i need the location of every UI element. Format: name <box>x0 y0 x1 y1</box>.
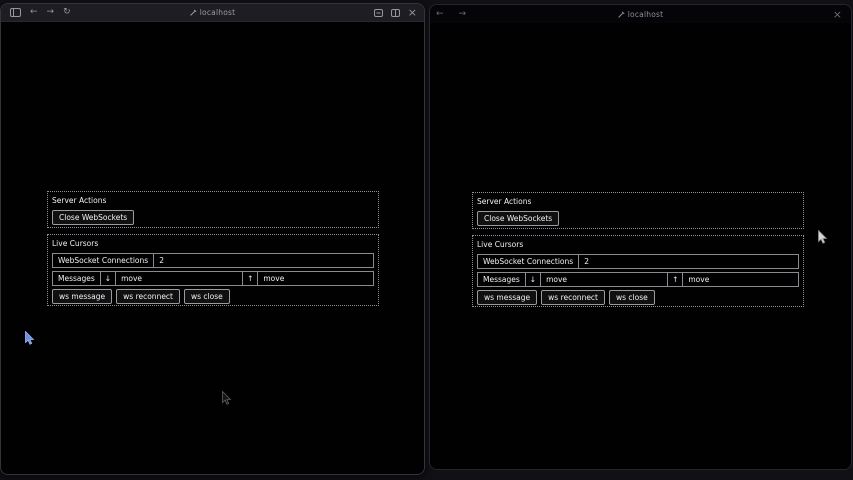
forward-icon[interactable]: → <box>459 10 467 19</box>
address-area: localhost <box>430 5 851 23</box>
toolbar-box-icon[interactable] <box>374 9 383 17</box>
titlebar-actions-group: × <box>833 5 851 23</box>
connections-row: WebSocket Connections 2 <box>52 253 374 268</box>
server-actions-title: Server Actions <box>477 197 800 206</box>
connections-label-cell: WebSocket Connections <box>477 254 579 269</box>
titlebar[interactable]: ← → ↻ localhost × <box>1 4 424 22</box>
titlebar-nav-group: ← → <box>430 5 466 23</box>
url-text[interactable]: localhost <box>200 8 235 17</box>
ws-close-button[interactable]: ws close <box>184 289 230 304</box>
reload-icon[interactable]: ↻ <box>63 8 71 17</box>
connections-label-cell: WebSocket Connections <box>52 253 154 268</box>
live-cursors-panel: Live Cursors WebSocket Connections 2 Mes… <box>472 235 804 307</box>
browser-window-left: ← → ↻ localhost × Server Actions Close W… <box>0 3 425 475</box>
split-view-icon[interactable] <box>391 9 400 17</box>
ws-reconnect-button[interactable]: ws reconnect <box>541 290 605 305</box>
server-actions-title: Server Actions <box>52 196 375 205</box>
forward-icon[interactable]: → <box>47 8 55 17</box>
browser-window-right: ← → localhost × Server Actions Close Web… <box>429 4 852 470</box>
received-message-cell: move <box>115 271 243 286</box>
url-text[interactable]: localhost <box>628 10 663 19</box>
ws-buttons-row: ws message ws reconnect ws close <box>477 290 799 305</box>
ws-reconnect-button[interactable]: ws reconnect <box>116 289 180 304</box>
connections-count-cell: 2 <box>578 254 799 269</box>
sent-arrow-icon: ↑ <box>667 272 683 287</box>
connections-count-cell: 2 <box>153 253 374 268</box>
page-content: Server Actions Close WebSockets Live Cur… <box>1 22 424 474</box>
ws-buttons-row: ws message ws reconnect ws close <box>52 289 374 304</box>
back-icon[interactable]: ← <box>30 8 38 17</box>
received-arrow-icon: ↓ <box>100 271 116 286</box>
ws-message-button[interactable]: ws message <box>477 290 537 305</box>
server-actions-panel: Server Actions Close WebSockets <box>47 191 379 228</box>
sent-arrow-icon: ↑ <box>242 271 258 286</box>
messages-label-cell: Messages <box>477 272 526 287</box>
ws-close-button[interactable]: ws close <box>609 290 655 305</box>
messages-label-cell: Messages <box>52 271 101 286</box>
close-websockets-button[interactable]: Close WebSockets <box>477 211 559 226</box>
titlebar-actions-group: × <box>374 4 424 21</box>
live-cursors-title: Live Cursors <box>477 240 800 249</box>
close-window-icon[interactable]: × <box>833 9 842 20</box>
live-cursors-title: Live Cursors <box>52 239 375 248</box>
back-icon[interactable]: ← <box>436 10 444 19</box>
titlebar-nav-group: ← → ↻ <box>1 4 71 21</box>
messages-row: Messages ↓ move ↑ move <box>52 271 374 286</box>
connections-row: WebSocket Connections 2 <box>477 254 799 269</box>
server-actions-panel: Server Actions Close WebSockets <box>472 192 804 229</box>
site-info-icon[interactable] <box>618 11 625 18</box>
site-info-icon[interactable] <box>190 9 197 16</box>
sidebar-toggle-icon[interactable] <box>10 8 21 17</box>
sent-message-cell: move <box>257 271 374 286</box>
received-arrow-icon: ↓ <box>525 272 541 287</box>
live-cursors-panel: Live Cursors WebSocket Connections 2 Mes… <box>47 234 379 306</box>
close-websockets-button[interactable]: Close WebSockets <box>52 210 134 225</box>
sent-message-cell: move <box>682 272 799 287</box>
titlebar[interactable]: ← → localhost × <box>430 5 851 23</box>
received-message-cell: move <box>540 272 668 287</box>
page-content: Server Actions Close WebSockets Live Cur… <box>430 23 851 469</box>
close-window-icon[interactable]: × <box>408 7 417 18</box>
ws-message-button[interactable]: ws message <box>52 289 112 304</box>
messages-row: Messages ↓ move ↑ move <box>477 272 799 287</box>
